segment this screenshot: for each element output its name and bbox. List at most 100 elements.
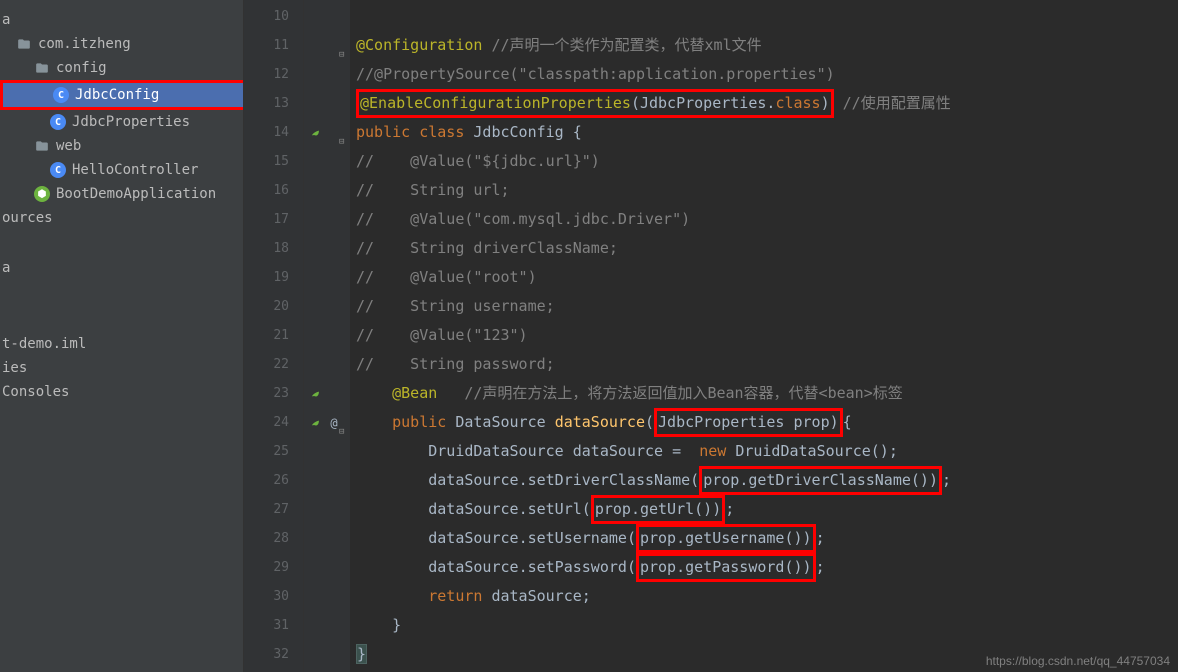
gutter-marker-row (304, 611, 350, 640)
tree-item-label: t-demo.iml (2, 336, 86, 352)
gutter-marker-row (304, 60, 350, 89)
tree-item-ources[interactable]: ources (0, 206, 243, 230)
code-editor: 1011121314151617181920212223242526272829… (244, 0, 1178, 672)
gutter-marker-row (304, 147, 350, 176)
class-icon: C (53, 87, 69, 103)
line-number: 32 (244, 640, 303, 669)
line-number: 18 (244, 234, 303, 263)
code-line[interactable]: // @Value("root") (350, 263, 1178, 292)
class-icon: C (50, 114, 66, 130)
tree-item-config[interactable]: config (0, 56, 243, 80)
line-number: 15 (244, 147, 303, 176)
line-number: 22 (244, 350, 303, 379)
tree-item-a[interactable]: a (0, 256, 243, 280)
line-number: 25 (244, 437, 303, 466)
gutter-marker-row (304, 437, 350, 466)
tree-item-BootDemoApplication[interactable]: ⬢ BootDemoApplication (0, 182, 243, 206)
line-number: 30 (244, 582, 303, 611)
code-line[interactable]: return dataSource; (350, 582, 1178, 611)
tree-item-t-demo.iml[interactable]: t-demo.iml (0, 332, 243, 356)
tree-item-label: a (2, 260, 10, 276)
gutter-marker-row (304, 292, 350, 321)
watermark-text: https://blog.csdn.net/qq_44757034 (986, 654, 1170, 668)
gutter-marker-row (304, 379, 350, 408)
line-number: 12 (244, 60, 303, 89)
tree-item-label: a (2, 12, 10, 28)
tree-item-label: com.itzheng (38, 36, 131, 52)
line-number: 29 (244, 553, 303, 582)
code-line[interactable]: DruidDataSource dataSource = new DruidDa… (350, 437, 1178, 466)
line-number: 27 (244, 495, 303, 524)
tree-item-label: HelloController (72, 162, 198, 178)
line-number: 24 (244, 408, 303, 437)
line-number: 10 (244, 2, 303, 31)
code-line[interactable]: } (350, 611, 1178, 640)
line-number: 28 (244, 524, 303, 553)
fold-icon[interactable]: ⊟ (339, 418, 349, 428)
gutter-marker-row (304, 495, 350, 524)
code-line[interactable]: // String username; (350, 292, 1178, 321)
gutter-marker-row (304, 582, 350, 611)
tree-item-JdbcProperties[interactable]: CJdbcProperties (0, 110, 243, 134)
gutter-marker-row (304, 640, 350, 669)
line-number: 31 (244, 611, 303, 640)
spring-bean-icon (308, 415, 324, 431)
tree-item-label: ources (2, 210, 53, 226)
tree-item-web[interactable]: web (0, 134, 243, 158)
code-line[interactable]: dataSource.setUrl(prop.getUrl()); (350, 495, 1178, 524)
tree-item-ies[interactable]: ies (0, 356, 243, 380)
code-line[interactable] (350, 2, 1178, 31)
spring-bean-icon (308, 125, 324, 141)
tree-item- Consoles[interactable]: Consoles (0, 380, 243, 404)
line-number: 26 (244, 466, 303, 495)
code-line[interactable]: @EnableConfigurationProperties(JdbcPrope… (350, 89, 1178, 118)
gutter-marker-row (304, 234, 350, 263)
gutter-marker-row (304, 89, 350, 118)
line-number: 13 (244, 89, 303, 118)
code-line[interactable]: // @Value("com.mysql.jdbc.Driver") (350, 205, 1178, 234)
line-number: 11 (244, 31, 303, 60)
gutter-marker-row (304, 524, 350, 553)
code-line[interactable]: // @Value("${jdbc.url}") (350, 147, 1178, 176)
gutter-marker-row (304, 2, 350, 31)
code-content[interactable]: ⊟@Configuration //声明一个类作为配置类，代替xml文件//@P… (350, 0, 1178, 672)
tree-item-label: ies (2, 360, 27, 376)
tree-item-a[interactable]: a (0, 8, 243, 32)
tree-item-HelloController[interactable]: C HelloController (0, 158, 243, 182)
code-line[interactable]: ⊟public class JdbcConfig { (350, 118, 1178, 147)
code-line[interactable]: //@PropertySource("classpath:application… (350, 60, 1178, 89)
code-line[interactable]: // String password; (350, 350, 1178, 379)
tree-item-label: Consoles (2, 384, 69, 400)
gutter-marker-row (304, 466, 350, 495)
tree-item-label: BootDemoApplication (56, 186, 216, 202)
tree-item-label: web (56, 138, 81, 154)
folder-icon (34, 60, 50, 76)
code-line[interactable]: dataSource.setUsername(prop.getUsername(… (350, 524, 1178, 553)
code-line[interactable]: // String driverClassName; (350, 234, 1178, 263)
fold-icon[interactable]: ⊟ (339, 41, 349, 51)
code-line[interactable]: @Bean //声明在方法上，将方法返回值加入Bean容器，代替<bean>标签 (350, 379, 1178, 408)
gutter-marker-row (304, 321, 350, 350)
class-icon: C (50, 162, 66, 178)
line-number: 20 (244, 292, 303, 321)
gutter-marker-row (304, 176, 350, 205)
line-number-gutter: 1011121314151617181920212223242526272829… (244, 0, 304, 672)
code-line[interactable]: ⊟ public DataSource dataSource(JdbcPrope… (350, 408, 1178, 437)
code-line[interactable]: ⊟@Configuration //声明一个类作为配置类，代替xml文件 (350, 31, 1178, 60)
code-line[interactable]: // @Value("123") (350, 321, 1178, 350)
spring-icon: ⬢ (34, 186, 50, 202)
spring-bean-icon (308, 386, 324, 402)
folder-icon (34, 138, 50, 154)
code-line[interactable]: // String url; (350, 176, 1178, 205)
gutter-markers: @ (304, 0, 350, 672)
code-line[interactable]: dataSource.setDriverClassName(prop.getDr… (350, 466, 1178, 495)
folder-icon (16, 36, 32, 52)
code-line[interactable]: dataSource.setPassword(prop.getPassword(… (350, 553, 1178, 582)
line-number: 16 (244, 176, 303, 205)
fold-icon[interactable]: ⊟ (339, 128, 349, 138)
gutter-marker-row (304, 553, 350, 582)
tree-item-com.itzheng[interactable]: com.itzheng (0, 32, 243, 56)
tree-item-JdbcConfig[interactable]: CJdbcConfig (3, 83, 244, 107)
line-number: 21 (244, 321, 303, 350)
line-number: 23 (244, 379, 303, 408)
